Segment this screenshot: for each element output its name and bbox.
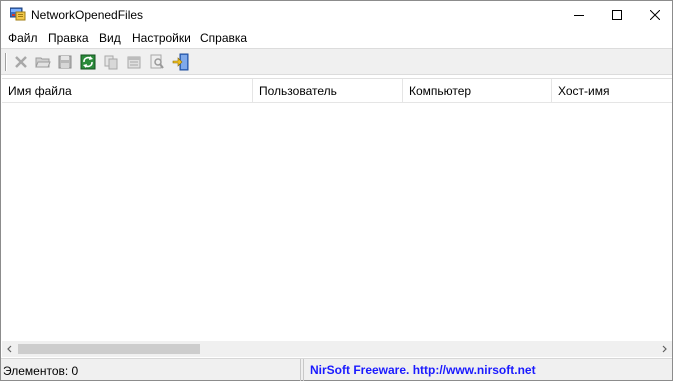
column-header-label: Пользователь (259, 84, 337, 98)
status-count-panel: Элементов: 0 (1, 359, 301, 381)
exit-button[interactable] (171, 53, 191, 71)
nirsoft-link[interactable]: NirSoft Freeware. http://www.nirsoft.net (310, 363, 536, 377)
find-icon (150, 54, 164, 69)
save-icon (58, 55, 72, 69)
menu-options[interactable]: Настройки (132, 31, 191, 45)
menu-view[interactable]: Вид (99, 31, 121, 45)
html-report-button[interactable] (124, 53, 144, 71)
toolbar-grip[interactable] (5, 53, 7, 71)
scroll-thumb[interactable] (18, 344, 200, 354)
copy-button[interactable] (101, 53, 121, 71)
app-icon (10, 7, 26, 21)
column-header-label: Компьютер (409, 84, 472, 98)
column-header-hostname[interactable]: Хост-имя (552, 79, 672, 103)
toolbar (1, 48, 672, 75)
column-header-filename[interactable]: Имя файла (2, 79, 253, 103)
status-link-panel: NirSoft Freeware. http://www.nirsoft.net (303, 359, 672, 381)
window-title: NetworkOpenedFiles (31, 8, 144, 22)
open-folder-icon (35, 57, 51, 68)
horizontal-scrollbar[interactable] (2, 341, 672, 357)
find-button[interactable] (147, 53, 167, 71)
delete-button[interactable] (11, 53, 31, 71)
chevron-left-icon (7, 345, 12, 353)
exit-icon (172, 53, 189, 71)
chevron-right-icon (662, 345, 667, 353)
file-list[interactable]: Имя файла Пользователь Компьютер Хост-им… (2, 78, 672, 355)
save-button[interactable] (55, 53, 75, 71)
menu-help[interactable]: Справка (200, 31, 247, 45)
minimize-icon (574, 15, 584, 16)
scroll-right-button[interactable] (656, 341, 672, 357)
column-header-label: Хост-имя (558, 84, 610, 98)
html-report-icon (127, 56, 141, 69)
refresh-button[interactable] (78, 53, 98, 71)
column-header-label: Имя файла (8, 84, 72, 98)
copy-icon (104, 55, 118, 70)
menu-edit[interactable]: Правка (48, 31, 89, 45)
status-bar: Элементов: 0 NirSoft Freeware. http://ww… (1, 358, 672, 381)
list-header: Имя файла Пользователь Компьютер Хост-им… (2, 79, 672, 103)
title-bar[interactable]: NetworkOpenedFiles (1, 1, 672, 29)
menu-file[interactable]: Файл (8, 31, 38, 45)
close-icon (650, 10, 660, 20)
open-folder-button[interactable] (33, 53, 53, 71)
column-header-computer[interactable]: Компьютер (403, 79, 552, 103)
column-header-user[interactable]: Пользователь (253, 79, 403, 103)
scroll-left-button[interactable] (2, 341, 18, 357)
item-count: Элементов: 0 (3, 364, 79, 378)
menu-bar: Файл Правка Вид Настройки Справка (1, 29, 672, 48)
delete-icon (15, 56, 27, 68)
maximize-icon (612, 10, 622, 20)
app-window: NetworkOpenedFiles Файл Правка Вид Настр… (0, 0, 673, 381)
refresh-icon (80, 54, 96, 70)
close-button[interactable] (632, 1, 673, 29)
